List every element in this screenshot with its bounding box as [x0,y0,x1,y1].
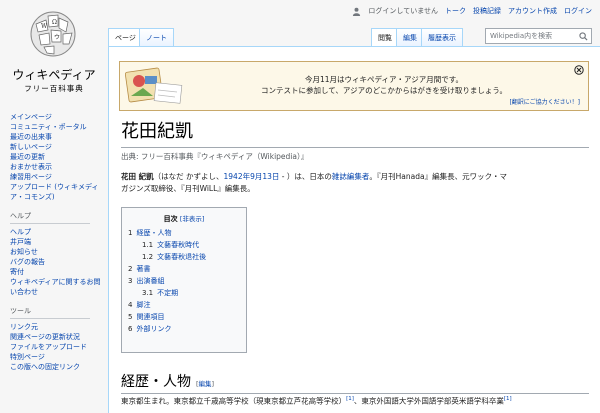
toc-entry[interactable]: 3.1 不定期 [128,287,240,299]
lead-paragraph: 花田 紀凱（はなだ かずよし、1942年9月13日 - ）は、日本の雑誌編集者。… [121,171,589,195]
toc-toggle[interactable]: [非表示] [180,215,205,223]
lead-name: 花田 紀凱 [121,172,154,181]
sidebar-item-main-page[interactable]: メインページ [10,112,105,122]
sidebar-tools-group: リンク元 関連ページの更新状況 ファイルをアップロード 特別ページ この版への固… [10,322,105,372]
tab-history[interactable]: 履歴表示 [421,28,463,46]
tab-edit[interactable]: 編集 [396,28,424,46]
sidebar-item-sandbox[interactable]: 練習用ページ [10,172,105,182]
sidebar-item-recent-changes[interactable]: 最近の更新 [10,152,105,162]
sidebar-item-permalink[interactable]: この版への固定リンク [10,362,105,372]
toc-entry[interactable]: 2 著書 [128,263,240,275]
svg-text:W: W [41,23,48,30]
article-content: 今月11月はウィキペディア・アジア月間です。 コンテストに参加して、アジアのどこ… [108,46,600,413]
editor-link[interactable]: 雑誌編集者 [332,172,370,181]
section-title: 経歴・人物 [121,374,191,390]
reference-link[interactable]: [1] [346,396,354,402]
toc-entry[interactable]: 3 出演番組 [128,275,240,287]
lead-rest1: 。『月刊Hanada』編集長、元ワック・マ [369,172,507,181]
sidebar-tools-heading[interactable]: ツール [10,306,90,319]
toc-header: 目次 [非表示] [128,213,240,225]
toc-entry[interactable]: 1.2 文藝春秋退社後 [128,251,240,263]
birth-date-link[interactable]: 1942年9月13日 [224,172,280,181]
lead-rest2: ガジンズ取締役、『月刊WiLL』編集長。 [121,184,255,193]
toc-entry[interactable]: 1 経歴・人物 [128,227,240,239]
reference-link[interactable]: [1] [504,396,512,402]
table-of-contents: 目次 [非表示] 1 経歴・人物 1.1 文藝春秋時代 1.2 文藝春秋退社後 2 著書… [121,207,247,353]
section-text2: 、東京外国語大学外国語学部英米語学科卒業 [353,396,504,406]
not-logged-in-text: ログインしていません [368,7,438,15]
section-paragraph: 東京都生まれ。東京都立千歳高等学校（現東京都立芦花高等学校）[1]、東京外国語大… [121,393,591,408]
toc-entry[interactable]: 1.1 文藝春秋時代 [128,239,240,251]
search-icon[interactable] [579,32,588,41]
toc-title: 目次 [163,215,178,223]
sidebar-help-heading[interactable]: ヘルプ [10,211,90,224]
sidebar-main-group: メインページ コミュニティ・ポータル 最近の出来事 新しいページ 最近の更新 お… [10,112,105,202]
search-placeholder: Wikipedia内を検索 [490,32,553,40]
tab-page[interactable]: ページ [108,28,143,46]
sidebar-item-donate[interactable]: 寄付 [10,267,105,277]
tab-note[interactable]: ノート [139,28,174,46]
personal-tools: ログインしていません トーク 投稿記録 アカウント作成 ログイン [352,6,592,16]
sidebar-item-community-portal[interactable]: コミュニティ・ポータル [10,122,105,132]
section-edit: [編集] [196,380,215,388]
sidebar-item-help[interactable]: ヘルプ [10,227,105,237]
banner-line1: 今月11月はウィキペディア・アジア月間です。 [305,75,463,84]
create-account-link[interactable]: アカウント作成 [508,6,557,16]
logo-tagline: フリー百科事典 [24,84,84,93]
sidebar-item-contact[interactable]: ウィキペディアに関するお問い合わせ [10,277,105,297]
tab-read[interactable]: 閲覧 [371,28,399,46]
contributions-link[interactable]: 投稿記録 [473,6,501,16]
banner-artwork-icon [125,67,183,104]
wikipedia-globe-icon: W Ω ウ [30,11,76,57]
section-edit-link[interactable]: 編集 [199,380,212,388]
wikipedia-logo[interactable]: W Ω ウ ウィキペディア フリー百科事典 [0,0,110,105]
banner-translate-link[interactable]: [翻訳にご協力ください！] [509,97,580,106]
sidebar-item-bug-report[interactable]: バグの報告 [10,257,105,267]
talk-link[interactable]: トーク [445,6,466,16]
sidebar-item-what-links-here[interactable]: リンク元 [10,322,105,332]
toc-entry[interactable]: 6 外部リンク [128,323,240,335]
logo-name: ウィキペディア [12,68,96,82]
toc-entry[interactable]: 4 脚注 [128,299,240,311]
sidebar-item-special-pages[interactable]: 特別ページ [10,352,105,362]
sidebar-item-related-changes[interactable]: 関連ページの更新状況 [10,332,105,342]
lead-mid: - ）は、日本の [279,172,332,181]
section-heading: 経歴・人物 [編集] [121,371,589,394]
svg-text:Ω: Ω [52,19,57,26]
sidebar-item-current-events[interactable]: 最近の出来事 [10,132,105,142]
lead-reading: （はなだ かずよし、 [153,172,224,181]
search-input[interactable]: Wikipedia内を検索 [485,28,592,44]
toc-entry[interactable]: 5 関連項目 [128,311,240,323]
asia-month-banner: 今月11月はウィキペディア・アジア月間です。 コンテストに参加して、アジアのどこ… [119,61,589,111]
page-title: 花田紀凱 [121,117,589,148]
login-link[interactable]: ログイン [564,6,592,16]
sidebar-item-random[interactable]: おまかせ表示 [10,162,105,172]
close-icon[interactable] [574,65,584,75]
sidebar: メインページ コミュニティ・ポータル 最近の出来事 新しいページ 最近の更新 お… [10,112,105,376]
sidebar-item-notices[interactable]: お知らせ [10,247,105,257]
user-icon [353,7,361,16]
banner-line2: コンテストに参加して、アジアのどこかからはがきを受け取りましょう。 [261,86,507,95]
section-text1: 東京都生まれ。東京都立千歳高等学校（現東京都立芦花高等学校） [121,396,347,406]
sidebar-item-upload-file[interactable]: ファイルをアップロード [10,342,105,352]
sidebar-help-group: ヘルプ 井戸端 お知らせ バグの報告 寄付 ウィキペディアに関するお問い合わせ [10,227,105,297]
svg-text:ウ: ウ [54,33,60,41]
sidebar-item-new-pages[interactable]: 新しいページ [10,142,105,152]
site-sub: 出典: フリー百科事典『ウィキペディア（Wikipedia）』 [121,152,309,161]
sidebar-item-upload[interactable]: アップロード (ウィキメディア・コモンズ) [10,182,105,202]
sidebar-item-village-pump[interactable]: 井戸端 [10,237,105,247]
